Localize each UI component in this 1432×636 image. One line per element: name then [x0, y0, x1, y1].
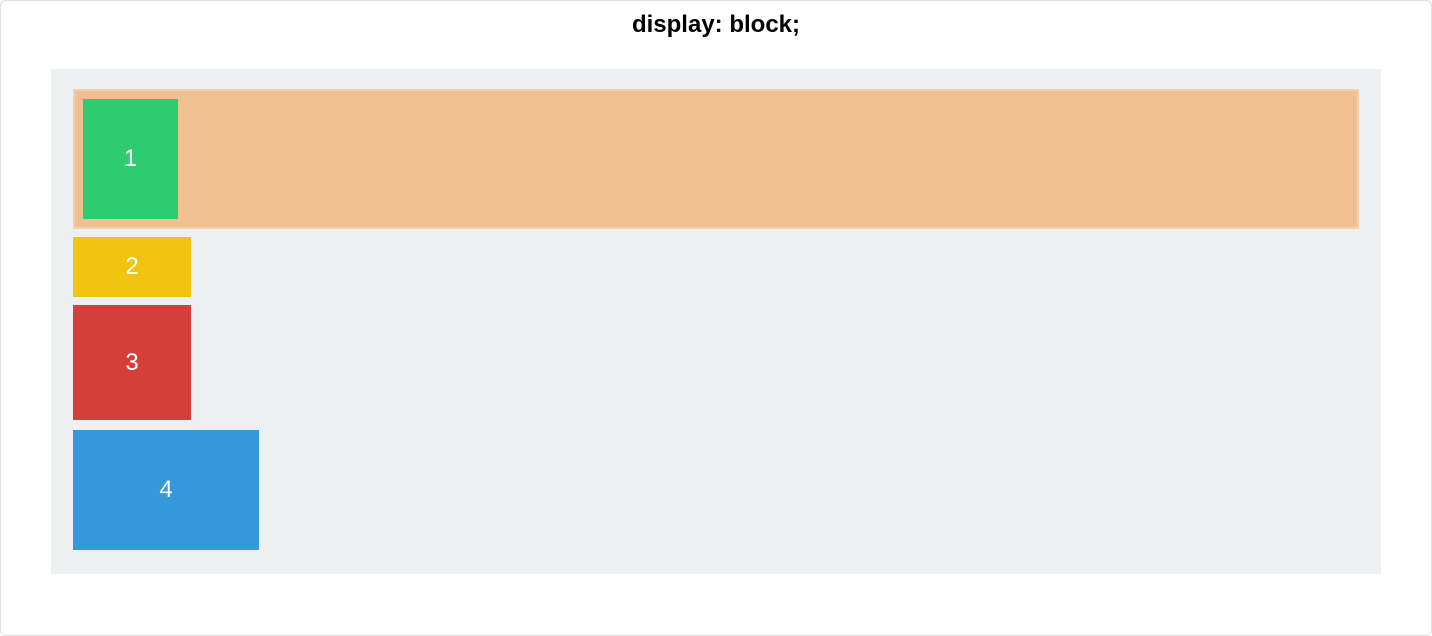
- box-4: 4: [73, 430, 259, 550]
- box-1: 1: [83, 99, 178, 219]
- block-wrapper: 1: [73, 89, 1359, 229]
- demo-container: 1 2 3 4: [51, 69, 1381, 574]
- page-title: display: block;: [1, 1, 1431, 49]
- box-2: 2: [73, 237, 191, 297]
- box-3: 3: [73, 305, 191, 420]
